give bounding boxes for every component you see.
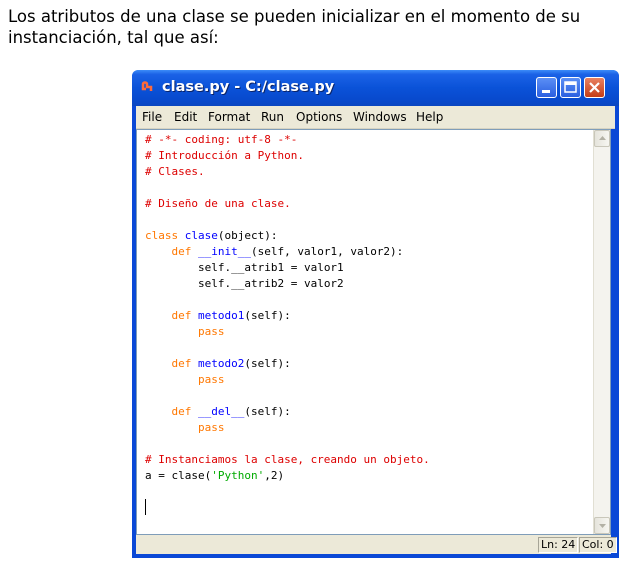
close-icon bbox=[589, 82, 600, 93]
class-name: clase bbox=[184, 229, 218, 242]
code-line: self.__atrib1 = valor1 bbox=[197, 261, 344, 274]
code-line: # -*- coding: utf-8 -*- bbox=[145, 133, 298, 146]
idle-editor-window: clase.py - C:/clase.py File Edit Format … bbox=[132, 70, 619, 558]
menu-file[interactable]: File bbox=[142, 110, 162, 124]
scroll-up-button[interactable] bbox=[594, 130, 610, 147]
minimize-icon bbox=[542, 90, 550, 93]
string-literal: 'Python' bbox=[211, 469, 265, 482]
keyword-def: def bbox=[171, 357, 192, 370]
method-name: metodo1 bbox=[198, 309, 245, 322]
keyword-def: def bbox=[171, 309, 192, 322]
code-token: (object): bbox=[217, 229, 278, 242]
status-bar: Ln: 24 Col: 0 bbox=[136, 535, 617, 554]
text-cursor bbox=[145, 499, 146, 515]
keyword-class: class bbox=[145, 229, 179, 242]
menu-windows[interactable]: Windows bbox=[353, 110, 407, 124]
keyword-pass: pass bbox=[197, 373, 225, 386]
code-line: self.__atrib2 = valor2 bbox=[197, 277, 344, 290]
code-token: (self): bbox=[244, 405, 291, 418]
window-title: clase.py - C:/clase.py bbox=[162, 79, 335, 95]
intro-line-1: Los atributos de una clase se pueden ini… bbox=[8, 7, 581, 26]
status-column: Col: 0 bbox=[579, 537, 617, 553]
code-editor[interactable]: # -*- coding: utf-8 -*- # Introducción a… bbox=[136, 129, 611, 535]
code-token: ,2) bbox=[264, 469, 285, 482]
code-token: (self, valor1, valor2): bbox=[250, 245, 404, 258]
code-line: # Introducción a Python. bbox=[145, 149, 304, 162]
method-name: metodo2 bbox=[198, 357, 245, 370]
code-token: (self): bbox=[244, 309, 291, 322]
vertical-scrollbar[interactable] bbox=[593, 130, 610, 534]
code-line: # Diseño de una clase. bbox=[145, 197, 291, 210]
code-text: # -*- coding: utf-8 -*- # Introducción a… bbox=[145, 132, 430, 484]
code-line: # Clases. bbox=[145, 165, 205, 178]
arrow-down-icon bbox=[599, 524, 606, 528]
intro-text: Los atributos de una clase se pueden ini… bbox=[8, 6, 640, 48]
intro-line-2: instanciación, tal que así: bbox=[8, 28, 219, 47]
keyword-pass: pass bbox=[197, 421, 225, 434]
menu-format[interactable]: Format bbox=[208, 110, 250, 124]
code-line: # Instanciamos la clase, creando un obje… bbox=[145, 453, 430, 466]
code-token: a = clase( bbox=[145, 469, 212, 482]
python-idle-icon bbox=[141, 81, 153, 91]
close-button[interactable] bbox=[584, 77, 605, 98]
maximize-icon bbox=[564, 81, 577, 93]
keyword-def: def bbox=[171, 245, 192, 258]
minimize-button[interactable] bbox=[536, 77, 557, 98]
menu-options[interactable]: Options bbox=[296, 110, 342, 124]
method-name: __del__ bbox=[198, 405, 245, 418]
title-bar[interactable]: clase.py - C:/clase.py bbox=[132, 70, 619, 106]
status-line: Ln: 24 bbox=[538, 537, 579, 553]
menu-run[interactable]: Run bbox=[261, 110, 284, 124]
code-token: (self): bbox=[244, 357, 291, 370]
keyword-def: def bbox=[171, 405, 192, 418]
keyword-pass: pass bbox=[197, 325, 225, 338]
menu-bar: File Edit Format Run Options Windows Hel… bbox=[136, 106, 615, 129]
menu-edit[interactable]: Edit bbox=[174, 110, 197, 124]
arrow-up-icon bbox=[599, 136, 606, 140]
scroll-down-button[interactable] bbox=[594, 517, 610, 534]
method-name: __init__ bbox=[198, 245, 251, 258]
menu-help[interactable]: Help bbox=[416, 110, 443, 124]
maximize-button[interactable] bbox=[560, 77, 581, 98]
